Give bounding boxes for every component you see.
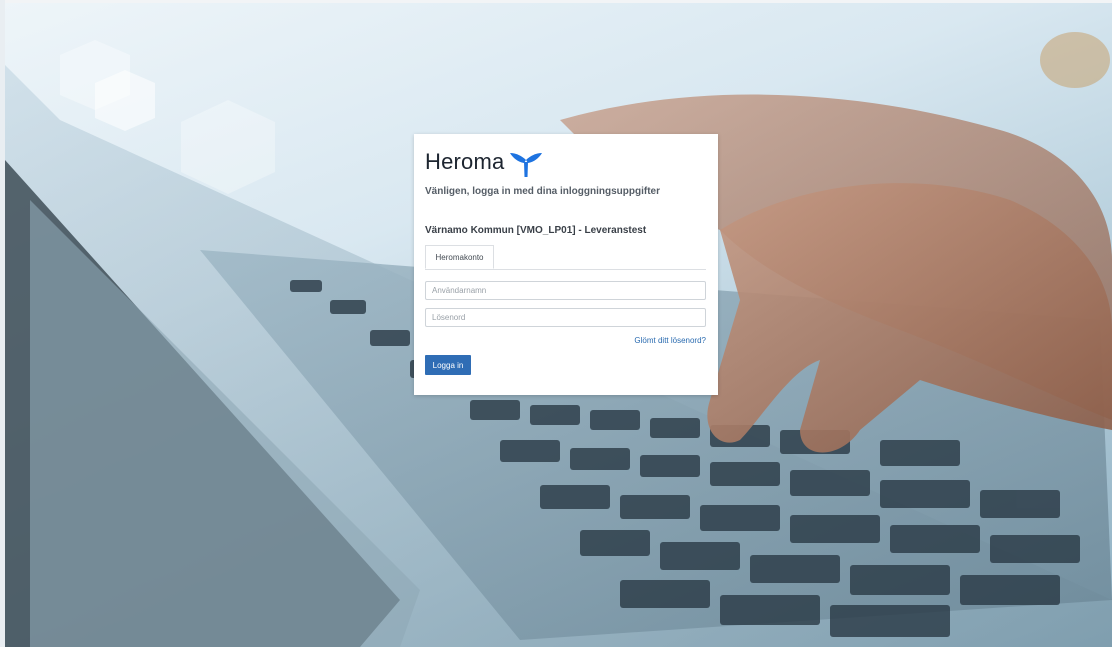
brand-logo: Heroma <box>425 146 544 178</box>
brand-name: Heroma <box>425 149 505 174</box>
login-subtitle: Vänligen, logga in med dina inloggningsu… <box>425 186 660 197</box>
organization-title: Värnamo Kommun [VMO_LP01] - Leveranstest <box>425 225 647 236</box>
top-border <box>0 0 1112 3</box>
password-input[interactable] <box>425 308 706 327</box>
login-tabs: Heromakonto <box>425 245 706 270</box>
heroma-y-logo-icon <box>510 153 543 177</box>
username-input[interactable] <box>425 281 706 300</box>
left-border <box>0 0 5 647</box>
forgot-password-link[interactable]: Glömt ditt lösenord? <box>634 336 706 345</box>
login-card: Heroma Vänligen, logga in med dina inlog… <box>414 134 718 395</box>
login-button[interactable]: Logga in <box>425 355 471 375</box>
tab-heromakonto[interactable]: Heromakonto <box>425 245 494 269</box>
